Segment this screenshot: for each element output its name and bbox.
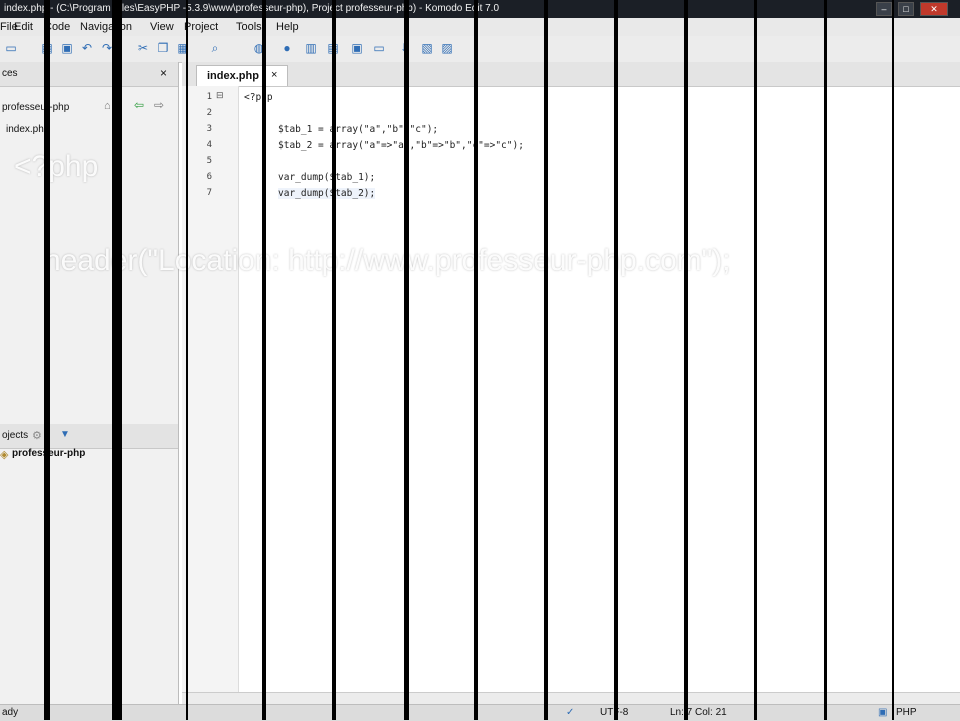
left-pane: ces × professeur-php ⌂ ⇦ ⇨ index.php oje… [0,62,179,704]
cut-icon[interactable]: ✂ [136,41,150,55]
line-number: 3 [206,124,212,134]
menu-navigation[interactable]: Navigation [80,21,132,33]
menu-code[interactable]: Code [44,21,70,33]
new-file-icon[interactable]: ▭ [4,41,18,55]
line-gutter: 1 ⊟ 2 3 4 5 6 7 [182,86,239,692]
line-number: 6 [206,172,212,182]
debug-icon[interactable]: ▣ [350,41,364,55]
status-message: ady [2,707,19,718]
gear-icon[interactable]: ⚙ [32,429,42,442]
title-bar: index.php - (C:\Program Files\EasyPHP -5… [0,0,960,18]
menu-help[interactable]: Help [276,21,299,33]
status-language-icon: ▣ [878,707,888,718]
status-check-icon: ✓ [566,707,575,718]
toolbox-icon[interactable]: ▧ [420,41,434,55]
globe-icon[interactable]: ◍ [252,41,266,55]
paste-icon[interactable]: ▦ [176,41,190,55]
project-icon: ◈ [0,449,9,461]
fold-icon[interactable]: ⊟ [216,90,224,101]
tab-index-php[interactable]: index.php × [196,65,288,86]
projects-item[interactable]: professeur-php [12,448,85,459]
window-title: index.php - (C:\Program Files\EasyPHP -5… [4,3,500,14]
forward-arrow-icon[interactable]: ⇨ [154,98,164,112]
code-line[interactable]: $tab_2 = array("a"=>"a","b"=>"b","c"=>"c… [278,140,524,151]
run-icon[interactable]: ▭ [372,41,386,55]
menu-view[interactable]: View [150,21,174,33]
projects-header-label: ojects [2,430,29,441]
menu-project[interactable]: Project [184,21,218,33]
maximize-button[interactable]: □ [898,2,914,16]
menu-tools[interactable]: Tools [236,21,262,33]
tab-close-icon[interactable]: × [271,69,277,81]
save-icon[interactable]: ▣ [60,41,74,55]
editor-area[interactable]: index.php × 1 ⊟ 2 3 4 5 6 7 <?php $tab_1… [182,62,960,705]
toggle-bottom-icon[interactable]: ▤ [326,41,340,55]
status-bar: ady ✓ UTF-8 Ln: 7 Col: 21 ▣ PHP [0,704,960,721]
chevron-down-icon[interactable]: ▼ [60,429,70,440]
toolbox-icon-2[interactable]: ▨ [440,41,454,55]
line-number: 1 [206,92,212,102]
open-folder-icon[interactable]: ▤ [40,41,54,55]
places-header: ces × [0,62,178,87]
line-number: 2 [206,108,212,118]
code-line[interactable]: var_dump($tab_2); [278,188,376,199]
code-line[interactable]: $tab_1 = array("a","b","c"); [278,124,438,135]
menu-bar: File Edit Code Navigation View Project T… [0,18,960,37]
globe-icon-2[interactable]: ● [280,41,294,55]
status-position: Ln: 7 Col: 21 [670,707,727,718]
back-arrow-icon[interactable]: ⇦ [134,98,144,112]
search-icon[interactable]: ⌕ [208,41,222,55]
home-icon[interactable]: ⌂ [104,100,111,112]
macro-icon[interactable]: ⇩ [398,41,412,55]
copy-icon[interactable]: ❐ [156,41,170,55]
projects-header: ojects ⚙ ▼ [0,424,178,449]
tab-strip: index.php × [182,62,960,87]
project-root-item[interactable]: professeur-php [2,102,69,113]
menu-edit[interactable]: Edit [14,21,33,33]
close-window-button[interactable]: ✕ [920,2,948,16]
line-number: 4 [206,140,212,150]
places-header-label: ces [2,68,18,79]
line-number: 5 [206,156,212,166]
redo-icon[interactable]: ↷ [100,41,114,55]
file-item-index[interactable]: index.php [6,124,49,135]
toolbar: ▭ ▤ ▣ ↶ ↷ ✂ ❐ ▦ ⌕ ◍ ● ▥ ▤ ▣ ▭ ⇩ ▧ ▨ [0,36,960,63]
code-line[interactable]: <?php [244,92,273,103]
toggle-pane-icon[interactable]: ▥ [304,41,318,55]
places-close-icon[interactable]: × [160,66,167,80]
line-number: 7 [206,188,212,198]
status-encoding[interactable]: UTF-8 [600,707,628,718]
tab-label: index.php [207,70,259,82]
minimize-button[interactable]: – [876,2,892,16]
undo-icon[interactable]: ↶ [80,41,94,55]
status-language[interactable]: PHP [896,707,917,718]
code-line[interactable]: var_dump($tab_1); [278,172,375,183]
